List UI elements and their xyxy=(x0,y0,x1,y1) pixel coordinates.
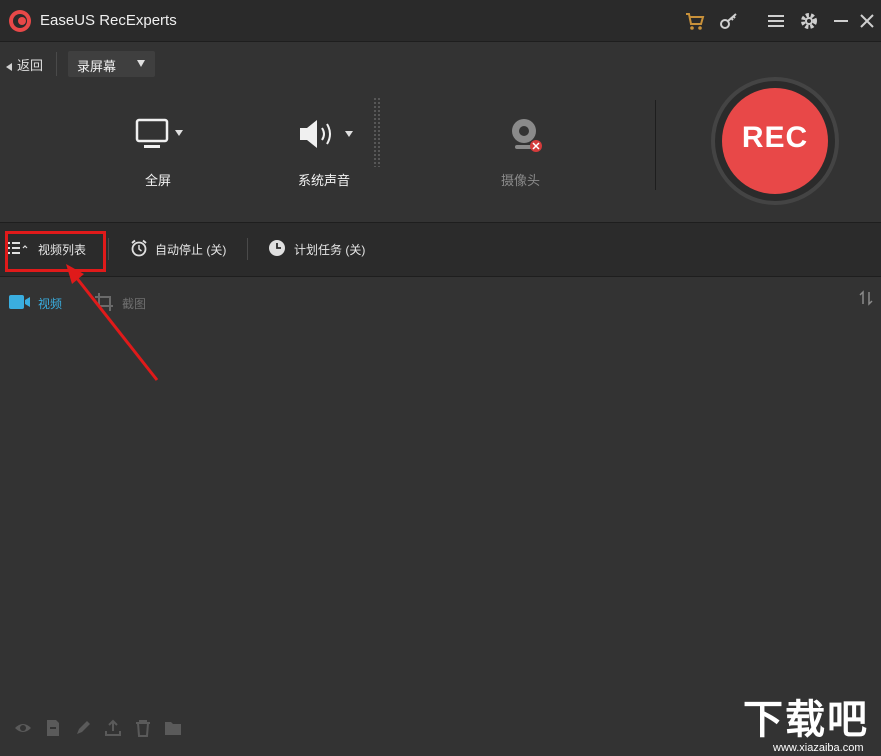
gear-icon[interactable] xyxy=(798,10,820,32)
watermark-logo: 下载吧 www.xiazaiba.com xyxy=(743,697,878,755)
schedule-task-label: 计划任务 (关) xyxy=(294,243,366,257)
tab-video-label: 视频 xyxy=(38,297,63,311)
webcam-label: 摄像头 xyxy=(501,173,541,188)
eye-icon[interactable] xyxy=(14,719,32,737)
key-icon[interactable] xyxy=(718,10,740,32)
chevron-down-icon xyxy=(137,60,145,67)
upload-icon[interactable] xyxy=(104,719,122,737)
video-camera-icon xyxy=(9,295,30,309)
app-title: EaseUS RecExperts xyxy=(40,12,177,29)
record-mode-select[interactable]: 录屏幕 xyxy=(68,51,155,77)
system-audio-label: 系统声音 xyxy=(298,173,351,188)
annotation-arrow xyxy=(66,264,159,381)
fullscreen-label: 全屏 xyxy=(145,173,172,188)
close-icon[interactable] xyxy=(856,10,878,32)
edit-icon[interactable] xyxy=(74,719,92,737)
minimize-icon[interactable] xyxy=(830,10,852,32)
title-bar: EaseUS RecExperts xyxy=(0,0,881,42)
menu-icon[interactable] xyxy=(765,10,787,32)
divider xyxy=(655,100,656,190)
auto-stop-label: 自动停止 (关) xyxy=(155,243,227,257)
back-arrow-icon xyxy=(6,62,12,71)
back-button[interactable]: 返回 xyxy=(6,55,43,74)
record-mode-label: 录屏幕 xyxy=(77,59,117,74)
app-logo-icon xyxy=(9,10,31,32)
divider xyxy=(247,238,248,260)
cart-icon[interactable] xyxy=(684,10,706,32)
trash-icon[interactable] xyxy=(134,719,152,737)
back-label: 返回 xyxy=(17,58,44,73)
folder-icon[interactable] xyxy=(164,719,182,737)
watermark-title: 下载吧 xyxy=(743,697,869,743)
webcam-icon xyxy=(512,119,542,152)
speaker-icon xyxy=(300,120,331,148)
watermark-url: www.xiazaiba.com xyxy=(773,742,864,754)
alarm-clock-icon xyxy=(131,239,147,257)
screen-dropdown-icon[interactable] xyxy=(175,130,183,136)
file-icon[interactable] xyxy=(44,719,62,737)
divider xyxy=(108,238,109,260)
divider xyxy=(56,52,57,76)
volume-meter xyxy=(373,97,381,167)
clock-icon xyxy=(269,240,285,256)
monitor-icon xyxy=(135,118,169,148)
sort-icon[interactable] xyxy=(858,290,874,306)
audio-dropdown-icon[interactable] xyxy=(345,131,353,137)
rec-label: REC xyxy=(741,121,809,154)
